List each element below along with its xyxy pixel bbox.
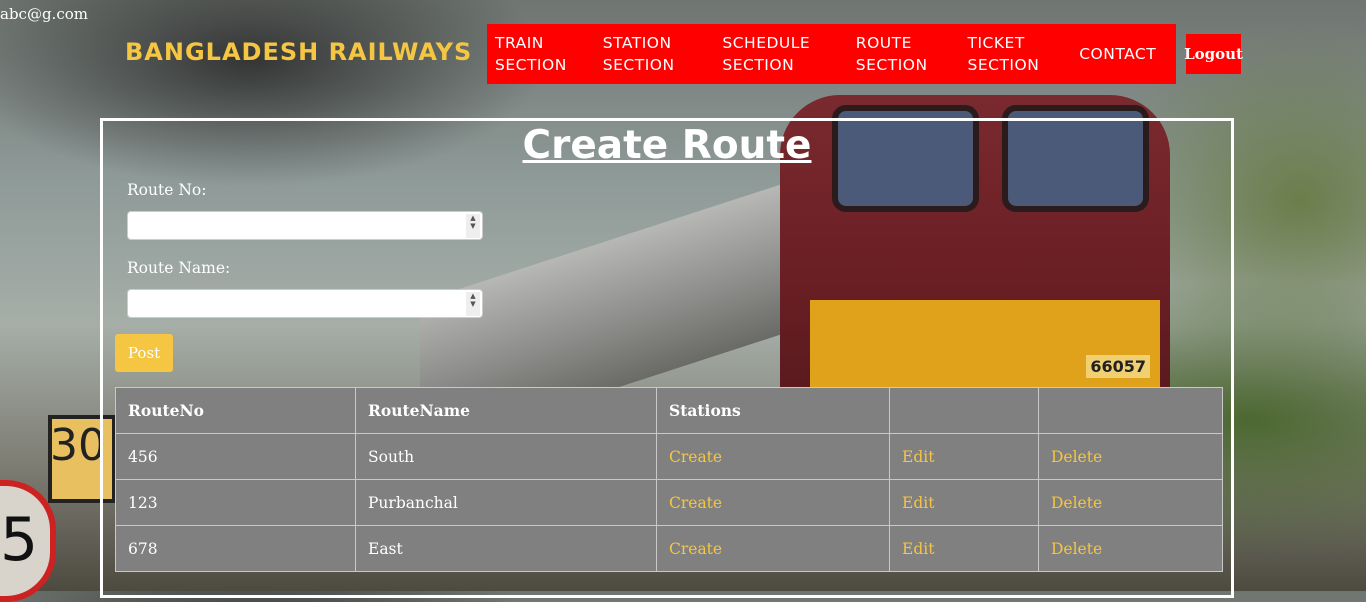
resize-spinner-icon[interactable]: ▲ ▼	[466, 214, 480, 238]
create-stations-link[interactable]: Create	[669, 448, 722, 466]
route-name-label: Route Name:	[127, 259, 231, 277]
nav-item-line: SECTION	[722, 56, 795, 74]
logout-button[interactable]: Logout	[1184, 34, 1243, 74]
nav-contact[interactable]: CONTACT	[1071, 43, 1176, 65]
route-no-field[interactable]: ▲ ▼	[127, 211, 483, 240]
create-stations-link[interactable]: Create	[669, 540, 722, 558]
column-header	[1038, 387, 1223, 434]
speed-limit-sign-text: 30	[50, 420, 106, 471]
main-nav: TRAIN SECTION STATION SECTION SCHEDULE S…	[487, 24, 1176, 84]
post-button[interactable]: Post	[115, 334, 173, 372]
nav-item-line: SCHEDULE	[722, 34, 811, 52]
route-name-field[interactable]: ▲ ▼	[127, 289, 483, 318]
table-row: 456 South Create Edit Delete	[115, 433, 1223, 480]
delete-link[interactable]: Delete	[1051, 448, 1102, 466]
resize-spinner-icon[interactable]: ▲ ▼	[466, 292, 480, 316]
nav-station-section[interactable]: STATION SECTION	[595, 32, 715, 76]
route-name-cell: Purbanchal	[355, 479, 657, 526]
nav-item-line: ROUTE	[855, 34, 912, 52]
brand-title[interactable]: BANGLADESH RAILWAYS	[125, 38, 472, 66]
edit-link[interactable]: Edit	[902, 448, 934, 466]
route-name-cell: South	[355, 433, 657, 480]
create-stations-link[interactable]: Create	[669, 494, 722, 512]
nav-schedule-section[interactable]: SCHEDULE SECTION	[714, 32, 847, 76]
route-no-label: Route No:	[127, 181, 207, 199]
nav-item-line: TICKET	[967, 34, 1025, 52]
delete-link[interactable]: Delete	[1051, 540, 1102, 558]
column-header: RouteNo	[115, 387, 356, 434]
nav-item-line: SECTION	[855, 56, 928, 74]
table-header-row: RouteNo RouteName Stations	[115, 387, 1223, 434]
nav-item-line: TRAIN	[495, 34, 544, 52]
create-route-panel: Create Route Route No: ▲ ▼ Route Name: ▲ ▼…	[100, 118, 1234, 598]
nav-route-section[interactable]: ROUTE SECTION	[848, 32, 960, 76]
column-header: RouteName	[355, 387, 657, 434]
nav-ticket-section[interactable]: TICKET SECTION	[960, 32, 1072, 76]
nav-item-line: SECTION	[495, 56, 567, 74]
route-no-cell: 678	[115, 525, 356, 572]
route-no-cell: 456	[115, 433, 356, 480]
nav-item-line: SECTION	[602, 56, 675, 74]
route-no-cell: 123	[115, 479, 356, 526]
column-header: Stations	[656, 387, 890, 434]
nav-item-line: CONTACT	[1079, 45, 1157, 63]
table-row: 123 Purbanchal Create Edit Delete	[115, 479, 1223, 526]
nav-item-line: STATION	[602, 34, 672, 52]
page-title: Create Route	[522, 123, 812, 168]
user-email: abc@g.com	[0, 5, 88, 23]
edit-link[interactable]: Edit	[902, 494, 934, 512]
delete-link[interactable]: Delete	[1051, 494, 1102, 512]
column-header	[889, 387, 1039, 434]
round-sign-text: 5	[0, 505, 39, 575]
routes-table: RouteNo RouteName Stations 456 South Cre…	[115, 387, 1223, 572]
route-name-cell: East	[355, 525, 657, 572]
nav-item-line: SECTION	[967, 56, 1040, 74]
nav-train-section[interactable]: TRAIN SECTION	[487, 32, 595, 76]
table-row: 678 East Create Edit Delete	[115, 525, 1223, 572]
edit-link[interactable]: Edit	[902, 540, 934, 558]
